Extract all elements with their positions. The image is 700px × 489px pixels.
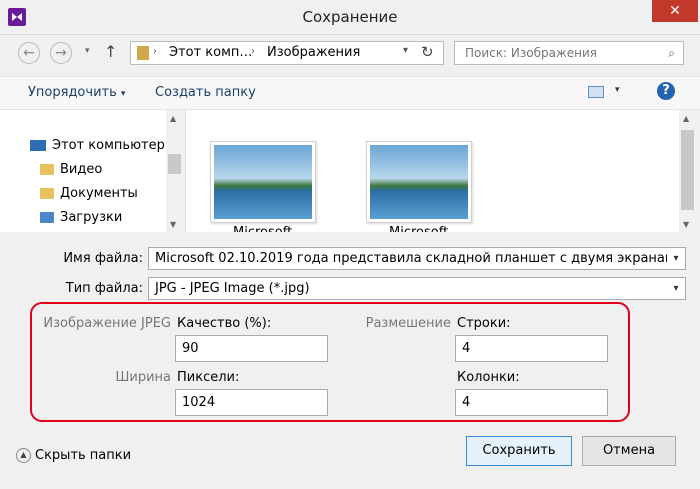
hide-folders-label: Скрыть папки [35,448,132,463]
breadcrumb-images[interactable]: Изображения [267,45,360,60]
quality-input[interactable]: 90 [175,335,328,362]
landscape-image [370,145,468,219]
file-name: Microsoft [389,226,449,232]
hide-folders-toggle[interactable]: ▲ Скрыть папки [16,448,131,463]
filename-label: Имя файла: [63,251,143,266]
downloads-folder-icon [40,212,54,223]
search-placeholder: Поиск: Изображения [465,46,597,60]
pixels-label: Пиксели: [177,370,240,385]
new-folder-button[interactable]: Создать папку [155,84,256,102]
close-button[interactable]: ✕ [652,0,698,22]
organize-button[interactable]: Упорядочить ▾ [28,84,125,102]
tree-scrollbar[interactable]: ▲ ▼ [166,110,183,232]
filename-input[interactable]: Microsoft 02.10.2019 года представила ск… [148,247,686,270]
jpeg-section-label: Изображение JPEG [43,316,171,331]
width-label: Ширина [115,370,171,385]
scroll-down-icon[interactable]: ▼ [170,220,176,229]
forward-icon[interactable]: → [50,42,72,64]
landscape-image [214,145,312,219]
file-name: Microsoft [233,226,293,232]
search-icon: ⌕ [668,46,675,60]
folder-location-icon [137,46,149,60]
tree-item-video[interactable]: Видео [40,160,102,180]
layout-label: Размешение [365,316,451,331]
video-folder-icon [40,164,54,175]
tree-item-downloads[interactable]: Загрузки [40,208,122,228]
chevron-up-icon: ▲ [16,448,31,463]
chevron-right-icon[interactable]: › [153,46,157,57]
tree-label: Загрузки [60,210,123,225]
scroll-up-icon[interactable]: ▲ [683,114,689,123]
chevron-down-icon[interactable]: ▾ [667,278,685,299]
chevron-down-icon[interactable]: ▾ [667,248,685,269]
refresh-icon[interactable]: ↻ [421,43,434,61]
chevron-right-icon[interactable]: › [251,46,255,57]
quality-label: Качество (%): [177,316,272,331]
back-icon[interactable]: ← [18,42,40,64]
scroll-thumb[interactable] [681,130,694,210]
filetype-select[interactable]: JPG - JPEG Image (*.jpg) ▾ [148,277,686,300]
filetype-value: JPG - JPEG Image (*.jpg) [155,281,310,296]
view-dropdown-icon[interactable]: ▾ [615,85,620,95]
search-input[interactable]: Поиск: Изображения ⌕ [454,41,684,65]
cancel-button[interactable]: Отмена [582,436,676,466]
filename-value: Microsoft 02.10.2019 года представила ск… [155,251,686,266]
rows-input[interactable]: 4 [455,335,608,362]
file-thumbnail[interactable] [210,141,316,223]
filetype-label: Тип файла: [65,281,143,296]
tree-label: Документы [60,186,138,201]
address-dropdown-icon[interactable]: ▾ [403,45,408,56]
scroll-thumb[interactable] [168,154,181,174]
view-options-icon[interactable] [588,86,604,98]
columns-input[interactable]: 4 [455,389,608,416]
up-icon[interactable]: ↑ [104,42,117,61]
computer-icon [30,140,46,151]
window-title: Сохранение [302,8,398,26]
save-button[interactable]: Сохранить [466,436,572,466]
file-thumbnail[interactable] [366,141,472,223]
file-scrollbar[interactable]: ▲ ▼ [679,110,696,232]
tree-item-this-pc[interactable]: Этот компьютер [30,136,165,156]
address-bar[interactable]: › Этот комп… › Изображения ▾ ↻ [130,41,444,65]
columns-label: Колонки: [457,370,520,385]
chevron-down-icon: ▾ [120,89,126,99]
documents-folder-icon [40,188,54,199]
help-button[interactable]: ? [657,82,675,100]
recent-locations-icon[interactable]: ▾ [85,46,90,56]
tree-label: Этот компьютер [52,138,165,153]
pixels-input[interactable]: 1024 [175,389,328,416]
scroll-down-icon[interactable]: ▼ [683,220,689,229]
scroll-up-icon[interactable]: ▲ [170,114,176,123]
tree-item-documents[interactable]: Документы [40,184,138,204]
tree-label: Видео [60,162,103,177]
organize-label: Упорядочить [28,85,117,100]
breadcrumb-this-pc[interactable]: Этот комп… [169,45,252,60]
rows-label: Строки: [457,316,511,331]
